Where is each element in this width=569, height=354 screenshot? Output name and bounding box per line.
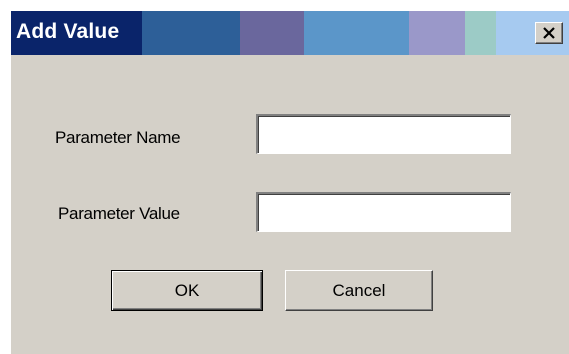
title-bar-segment	[465, 11, 496, 55]
title-bar-segment	[142, 11, 240, 55]
title-bar-segment	[240, 11, 304, 55]
ok-button[interactable]: OK	[111, 270, 263, 311]
parameter-value-input[interactable]	[256, 192, 511, 232]
window-title: Add Value	[16, 20, 120, 43]
add-value-dialog: Add Value Parameter Name Parameter Value…	[10, 10, 569, 354]
close-button[interactable]	[535, 22, 563, 44]
parameter-value-label: Parameter Value	[58, 204, 180, 223]
parameter-name-label: Parameter Name	[55, 128, 181, 147]
close-icon	[543, 27, 555, 39]
cancel-button[interactable]: Cancel	[285, 270, 433, 311]
title-bar-segment	[304, 11, 409, 55]
parameter-name-input[interactable]	[256, 114, 511, 154]
title-bar[interactable]: Add Value	[11, 11, 569, 55]
title-bar-segment	[409, 11, 465, 55]
